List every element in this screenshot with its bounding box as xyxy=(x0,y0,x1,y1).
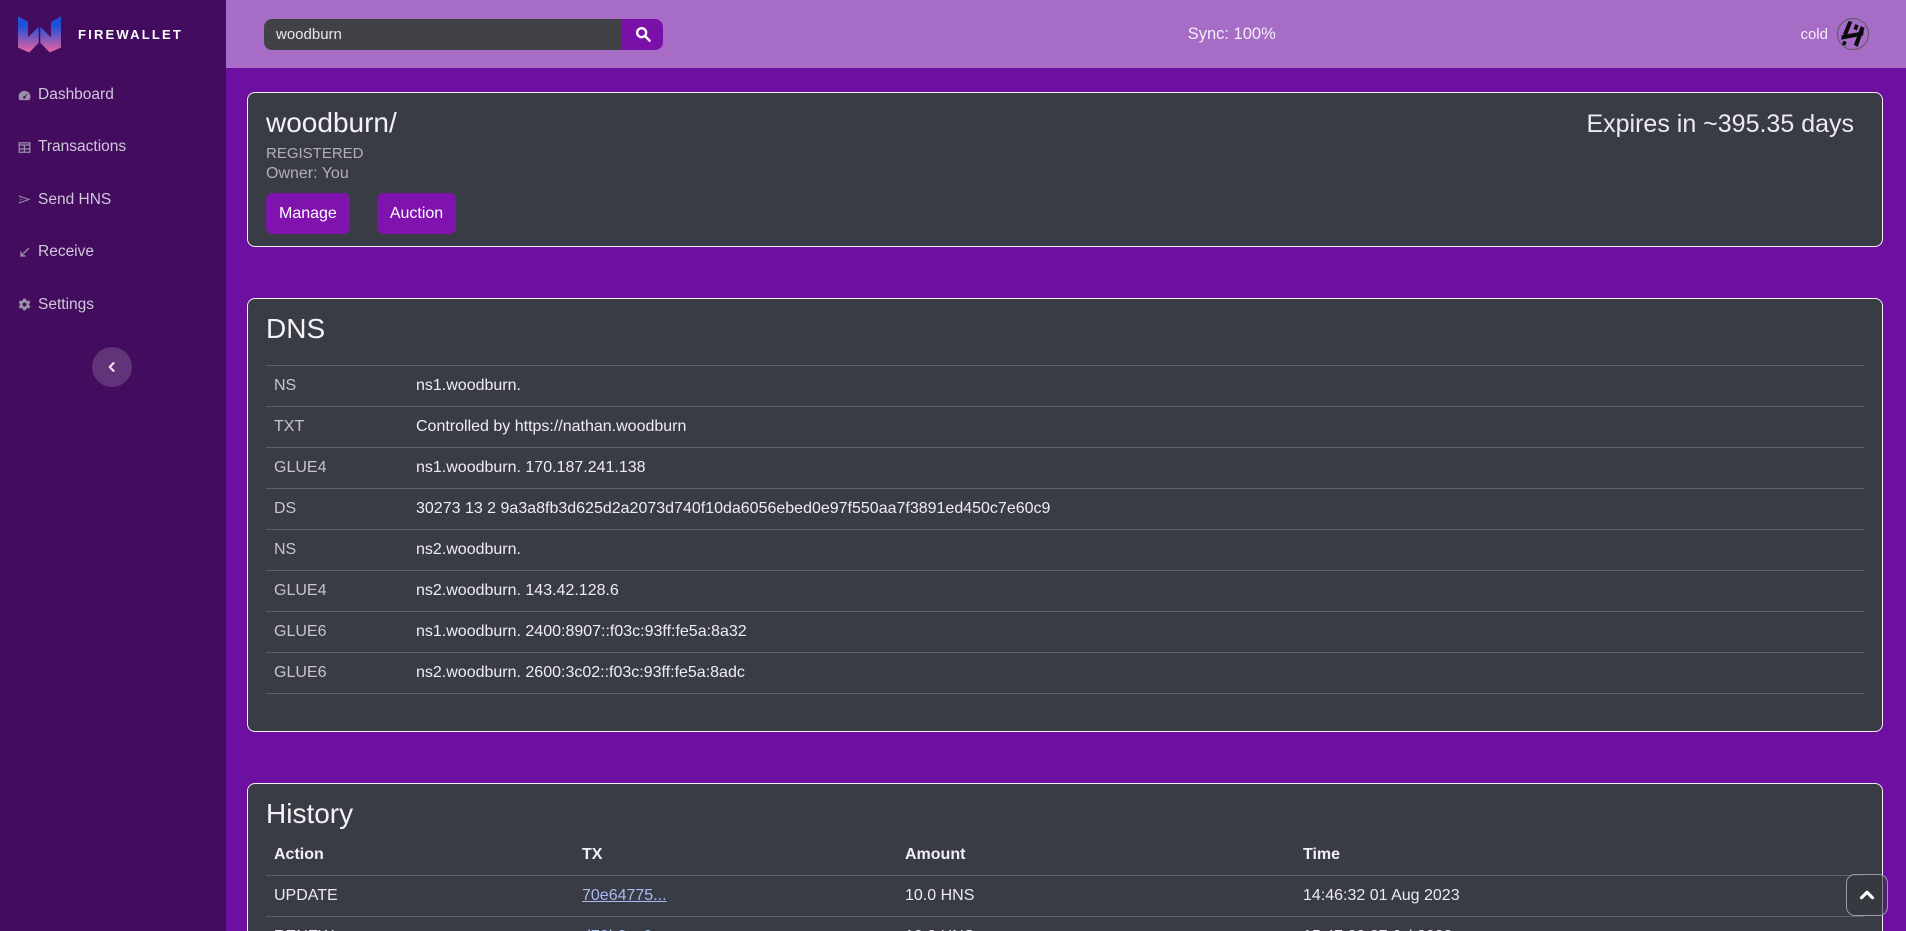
history-card: History Action TX Amount Time UPDATE 70e… xyxy=(247,783,1883,931)
dns-record-type: DS xyxy=(266,489,408,530)
sidebar: FIREWALLET Dashboard Transactions Send H… xyxy=(0,0,226,931)
history-row: RENEW d72b3ec0... 10.0 HNS 15:47:20 27 J… xyxy=(266,916,1864,931)
tx-link[interactable]: 70e64775... xyxy=(582,887,667,904)
scroll-to-top-button[interactable] xyxy=(1846,874,1888,916)
history-action: UPDATE xyxy=(266,875,574,916)
dns-record-row: NSns2.woodburn. xyxy=(266,530,1864,571)
tx-link[interactable]: d72b3ec0... xyxy=(582,928,666,931)
dns-record-value: ns2.woodburn. 2600:3c02::f03c:93ff:fe5a:… xyxy=(408,653,1864,694)
sidebar-item-dashboard[interactable]: Dashboard xyxy=(0,77,226,113)
history-card-title: History xyxy=(266,798,1864,830)
chevron-left-icon xyxy=(104,359,120,375)
history-time: 14:46:32 01 Aug 2023 xyxy=(1295,875,1864,916)
dns-record-row: TXTControlled by https://nathan.woodburn xyxy=(266,407,1864,448)
receive-arrow-icon xyxy=(17,245,32,260)
sidebar-item-label: Settings xyxy=(38,296,94,314)
sidebar-item-label: Dashboard xyxy=(38,86,114,104)
dns-record-value: 30273 13 2 9a3a8fb3d625d2a2073d740f10da6… xyxy=(408,489,1864,530)
topbar: Sync: 100% cold xyxy=(226,0,1906,68)
sync-status: Sync: 100% xyxy=(1188,25,1276,43)
dns-record-type: GLUE4 xyxy=(266,571,408,612)
dns-record-row: GLUE6ns2.woodburn. 2600:3c02::f03c:93ff:… xyxy=(266,653,1864,694)
domain-owner: Owner: You xyxy=(266,165,1864,183)
domain-status: REGISTERED xyxy=(266,145,1864,162)
dns-record-value: ns1.woodburn. xyxy=(408,366,1864,407)
dns-record-row: NSns1.woodburn. xyxy=(266,366,1864,407)
sidebar-item-settings[interactable]: Settings xyxy=(0,287,226,323)
search-icon xyxy=(634,25,652,43)
history-col-tx: TX xyxy=(574,835,897,875)
dns-record-type: NS xyxy=(266,530,408,571)
sidebar-nav: Dashboard Transactions Send HNS Receive … xyxy=(0,68,226,323)
search-group xyxy=(264,19,663,50)
sidebar-item-label: Send HNS xyxy=(38,191,111,209)
dns-record-value: ns1.woodburn. 2400:8907::f03c:93ff:fe5a:… xyxy=(408,612,1864,653)
search-button[interactable] xyxy=(622,19,663,50)
history-time: 15:47:20 27 Jul 2023 xyxy=(1295,916,1864,931)
dns-record-value: ns2.woodburn. xyxy=(408,530,1864,571)
dns-record-type: GLUE6 xyxy=(266,653,408,694)
settings-gear-icon xyxy=(17,297,32,312)
dns-record-row: GLUE4ns2.woodburn. 143.42.128.6 xyxy=(266,571,1864,612)
main-content: woodburn/ REGISTERED Owner: You Manage A… xyxy=(226,68,1906,931)
domain-expires: Expires in ~395.35 days xyxy=(1586,110,1854,139)
sidebar-collapse-button[interactable] xyxy=(92,347,132,387)
dns-record-value: Controlled by https://nathan.woodburn xyxy=(408,407,1864,448)
dns-record-type: GLUE6 xyxy=(266,612,408,653)
send-icon xyxy=(17,192,32,207)
dns-table: NSns1.woodburn. TXTControlled by https:/… xyxy=(266,365,1864,694)
brand: FIREWALLET xyxy=(0,0,226,68)
sidebar-item-transactions[interactable]: Transactions xyxy=(0,129,226,165)
history-amount: 10.0 HNS xyxy=(897,875,1295,916)
history-col-action: Action xyxy=(266,835,574,875)
transactions-table-icon xyxy=(17,140,32,155)
search-input[interactable] xyxy=(264,19,622,50)
brand-name: FIREWALLET xyxy=(78,27,183,42)
sidebar-item-label: Transactions xyxy=(38,138,126,156)
dns-record-value: ns2.woodburn. 143.42.128.6 xyxy=(408,571,1864,612)
dns-record-type: GLUE4 xyxy=(266,448,408,489)
domain-card: woodburn/ REGISTERED Owner: You Manage A… xyxy=(247,92,1883,247)
dns-record-row: DS30273 13 2 9a3a8fb3d625d2a2073d740f10d… xyxy=(266,489,1864,530)
wallet-avatar[interactable] xyxy=(1837,18,1869,50)
manage-button[interactable]: Manage xyxy=(266,193,350,234)
dashboard-gauge-icon xyxy=(17,88,32,103)
dns-record-type: NS xyxy=(266,366,408,407)
dns-record-value: ns1.woodburn. 170.187.241.138 xyxy=(408,448,1864,489)
dns-record-row: GLUE4ns1.woodburn. 170.187.241.138 xyxy=(266,448,1864,489)
dns-card-title: DNS xyxy=(266,313,1864,345)
dns-record-type: TXT xyxy=(266,407,408,448)
dns-card: DNS NSns1.woodburn. TXTControlled by htt… xyxy=(247,298,1883,732)
history-action: RENEW xyxy=(266,916,574,931)
handshake-logo-icon xyxy=(1838,19,1868,49)
sidebar-item-receive[interactable]: Receive xyxy=(0,234,226,270)
chevron-up-icon xyxy=(1856,884,1878,906)
history-amount: 10.0 HNS xyxy=(897,916,1295,931)
history-col-time: Time xyxy=(1295,835,1864,875)
wallet-name: cold xyxy=(1800,26,1828,43)
history-col-amount: Amount xyxy=(897,835,1295,875)
dns-record-row: GLUE6ns1.woodburn. 2400:8907::f03c:93ff:… xyxy=(266,612,1864,653)
history-header-row: Action TX Amount Time xyxy=(266,835,1864,875)
sidebar-item-label: Receive xyxy=(38,243,94,261)
firewallet-logo-icon xyxy=(18,16,61,53)
history-row: UPDATE 70e64775... 10.0 HNS 14:46:32 01 … xyxy=(266,875,1864,916)
history-table: Action TX Amount Time UPDATE 70e64775...… xyxy=(266,835,1864,931)
topbar-middle: Sync: 100% xyxy=(663,25,1800,44)
sidebar-item-send[interactable]: Send HNS xyxy=(0,182,226,218)
auction-button[interactable]: Auction xyxy=(377,193,456,234)
